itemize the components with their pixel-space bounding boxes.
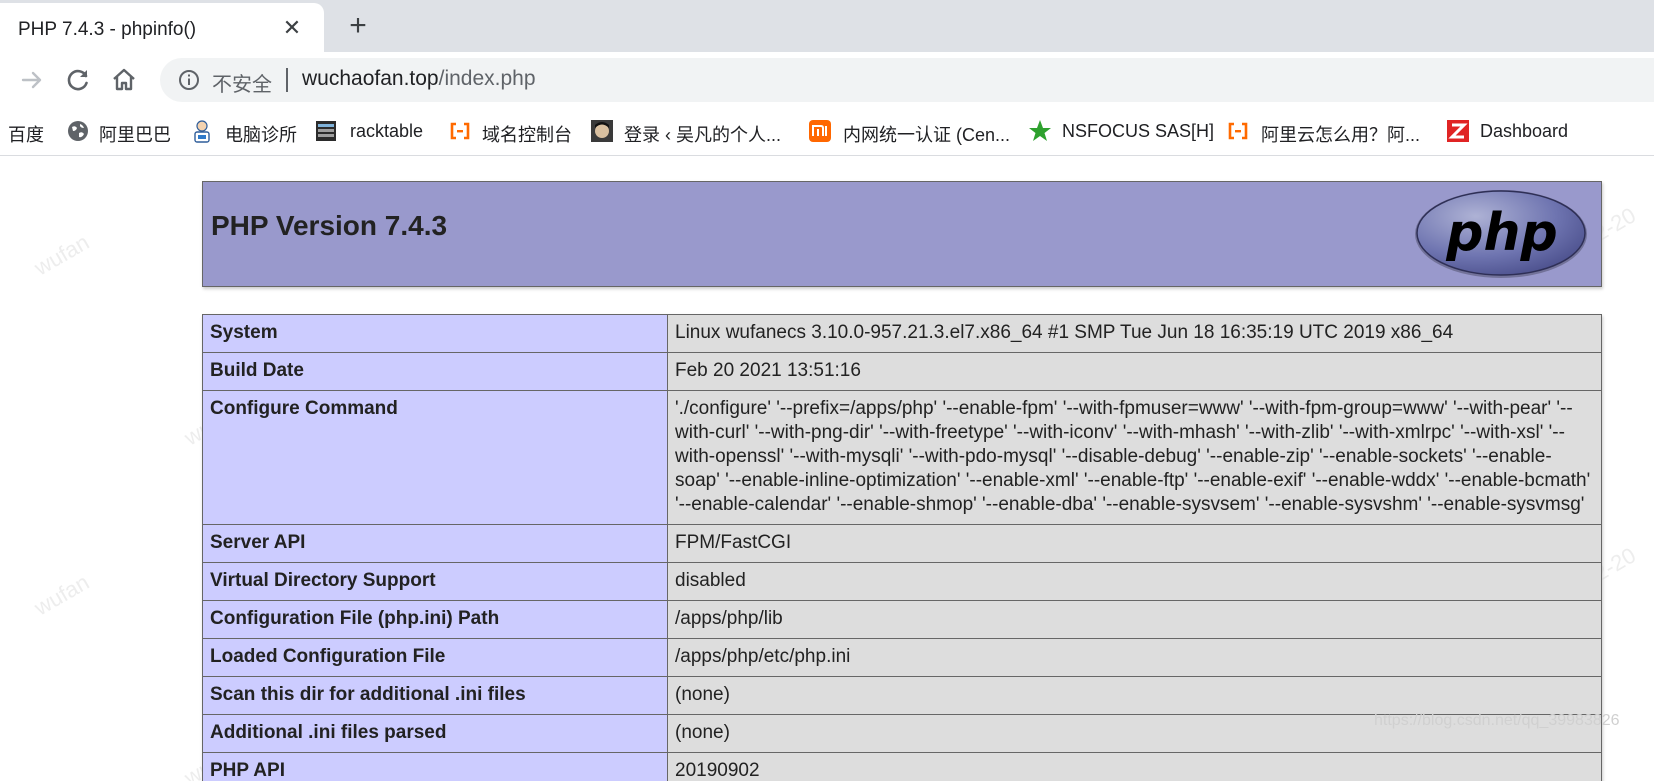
new-tab-button[interactable]: + — [344, 11, 372, 41]
table-row: Configure Command './configure' '--prefix… — [202, 390, 1602, 525]
bookmark-label: 阿里巴巴 — [99, 125, 171, 145]
row-value: 20190902 — [667, 752, 1602, 781]
aliyun-icon — [450, 122, 470, 140]
table-row: Configuration File (php.ini) Path/apps/p… — [202, 600, 1602, 639]
phpinfo-table: System Linux wufanecs 3.10.0-957.21.3.el7… — [202, 314, 1602, 781]
row-value: Feb 20 2021 13:51:16 — [667, 352, 1602, 391]
php-logo: php — [1415, 190, 1587, 278]
row-value: FPM/FastCGI — [667, 524, 1602, 563]
row-key: Configure Command — [202, 390, 668, 525]
table-row: Virtual Directory Support disabled — [202, 562, 1602, 601]
row-key: Configuration File (php.ini) Path — [202, 600, 668, 639]
row-key: Additional .ini files parsed — [202, 714, 668, 753]
star-icon — [1029, 120, 1051, 141]
close-tab-icon[interactable]: ✕ — [280, 16, 304, 40]
row-value: disabled — [667, 562, 1602, 601]
reload-icon — [67, 69, 88, 91]
table-row: Server API FPM/FastCGI — [202, 524, 1602, 563]
row-key: Virtual Directory Support — [202, 562, 668, 601]
table-row: Scan this dir for additional .ini files(… — [202, 676, 1602, 715]
table-row: System Linux wufanecs 3.10.0-957.21.3.el7… — [202, 314, 1602, 353]
url-text[interactable]: wuchaofan.top/index.php — [302, 67, 536, 91]
url-host: wuchaofan.top — [302, 67, 439, 90]
table-row: Loaded Configuration File/apps/php/etc/p… — [202, 638, 1602, 677]
row-value: /apps/php/lib — [667, 600, 1602, 639]
bookmark-label: NSFOCUS SAS[H] — [1062, 121, 1215, 141]
bookmark-label: racktable — [350, 121, 424, 141]
bookmark-label: 登录 ‹ 吴凡的个人... — [624, 125, 781, 145]
avatar-icon — [591, 120, 613, 142]
home-icon — [113, 68, 135, 91]
z-icon — [1447, 120, 1469, 142]
row-value: './configure' '--prefix=/apps/php' '--en… — [667, 390, 1602, 525]
bookmark-label: 电脑诊所 — [225, 125, 297, 145]
insecure-label[interactable]: 不安全 — [212, 68, 272, 97]
bookmark-label: 域名控制台 — [482, 125, 572, 145]
php-logo-text: php — [1445, 203, 1557, 263]
reload-button[interactable] — [62, 64, 94, 96]
bookmarks-bar: 百度 阿里巴巴 电脑诊所 racktable 域名控制台 登录 ‹ 吴凡的个人.… — [0, 108, 1654, 156]
row-key: Scan this dir for additional .ini files — [202, 676, 668, 715]
row-value: Linux wufanecs 3.10.0-957.21.3.el7.x86_6… — [667, 314, 1602, 353]
row-value: /apps/php/etc/php.ini — [667, 638, 1602, 677]
browser-tab[interactable]: PHP 7.4.3 - phpinfo() ✕ — [0, 3, 324, 52]
row-key: Server API — [202, 524, 668, 563]
row-value: (none) — [667, 676, 1602, 715]
browser-toolbar: 不安全 wuchaofan.top/index.php — [0, 52, 1654, 108]
row-key: Build Date — [202, 352, 668, 391]
rack-icon — [316, 121, 336, 141]
csdn-watermark: https://blog.csdn.net/qq_39983826 — [1374, 712, 1620, 729]
arrow-right-icon — [21, 71, 42, 89]
watermark-text: wufan — [29, 229, 93, 281]
address-separator — [286, 68, 288, 92]
home-button[interactable] — [108, 64, 140, 96]
watermark-text: wufan — [29, 569, 93, 621]
bookmark-label: 百度 — [8, 125, 44, 145]
doctor-icon — [194, 120, 210, 143]
page-title: PHP Version 7.4.3 — [211, 210, 448, 241]
url-path: /index.php — [438, 67, 536, 90]
forward-button[interactable] — [16, 64, 48, 96]
mi-icon — [809, 120, 831, 142]
info-icon[interactable] — [178, 69, 200, 91]
page-content[interactable]: wufan2021-02-20wufan2021-02-20wufan2021-… — [0, 156, 1654, 781]
aliyun-icon — [1228, 122, 1248, 140]
globe-icon — [68, 121, 88, 141]
bookmark-label: 阿里云怎么用？阿... — [1261, 125, 1421, 145]
bookmark-label: Dashboard — [1480, 121, 1569, 141]
row-key: PHP API — [202, 752, 668, 781]
php-version-header: PHP Version 7.4.3 php — [202, 181, 1602, 287]
bookmark-label: 内网统一认证 (Cen... — [843, 125, 1011, 145]
tab-title: PHP 7.4.3 - phpinfo() — [18, 19, 197, 40]
table-row: Build Date Feb 20 2021 13:51:16 — [202, 352, 1602, 391]
row-key: Loaded Configuration File — [202, 638, 668, 677]
tab-strip: PHP 7.4.3 - phpinfo() ✕ + — [0, 0, 1654, 52]
row-key: System — [202, 314, 668, 353]
table-row: PHP API 20190902 — [202, 752, 1602, 781]
address-bar[interactable]: 不安全 wuchaofan.top/index.php — [160, 58, 1654, 102]
